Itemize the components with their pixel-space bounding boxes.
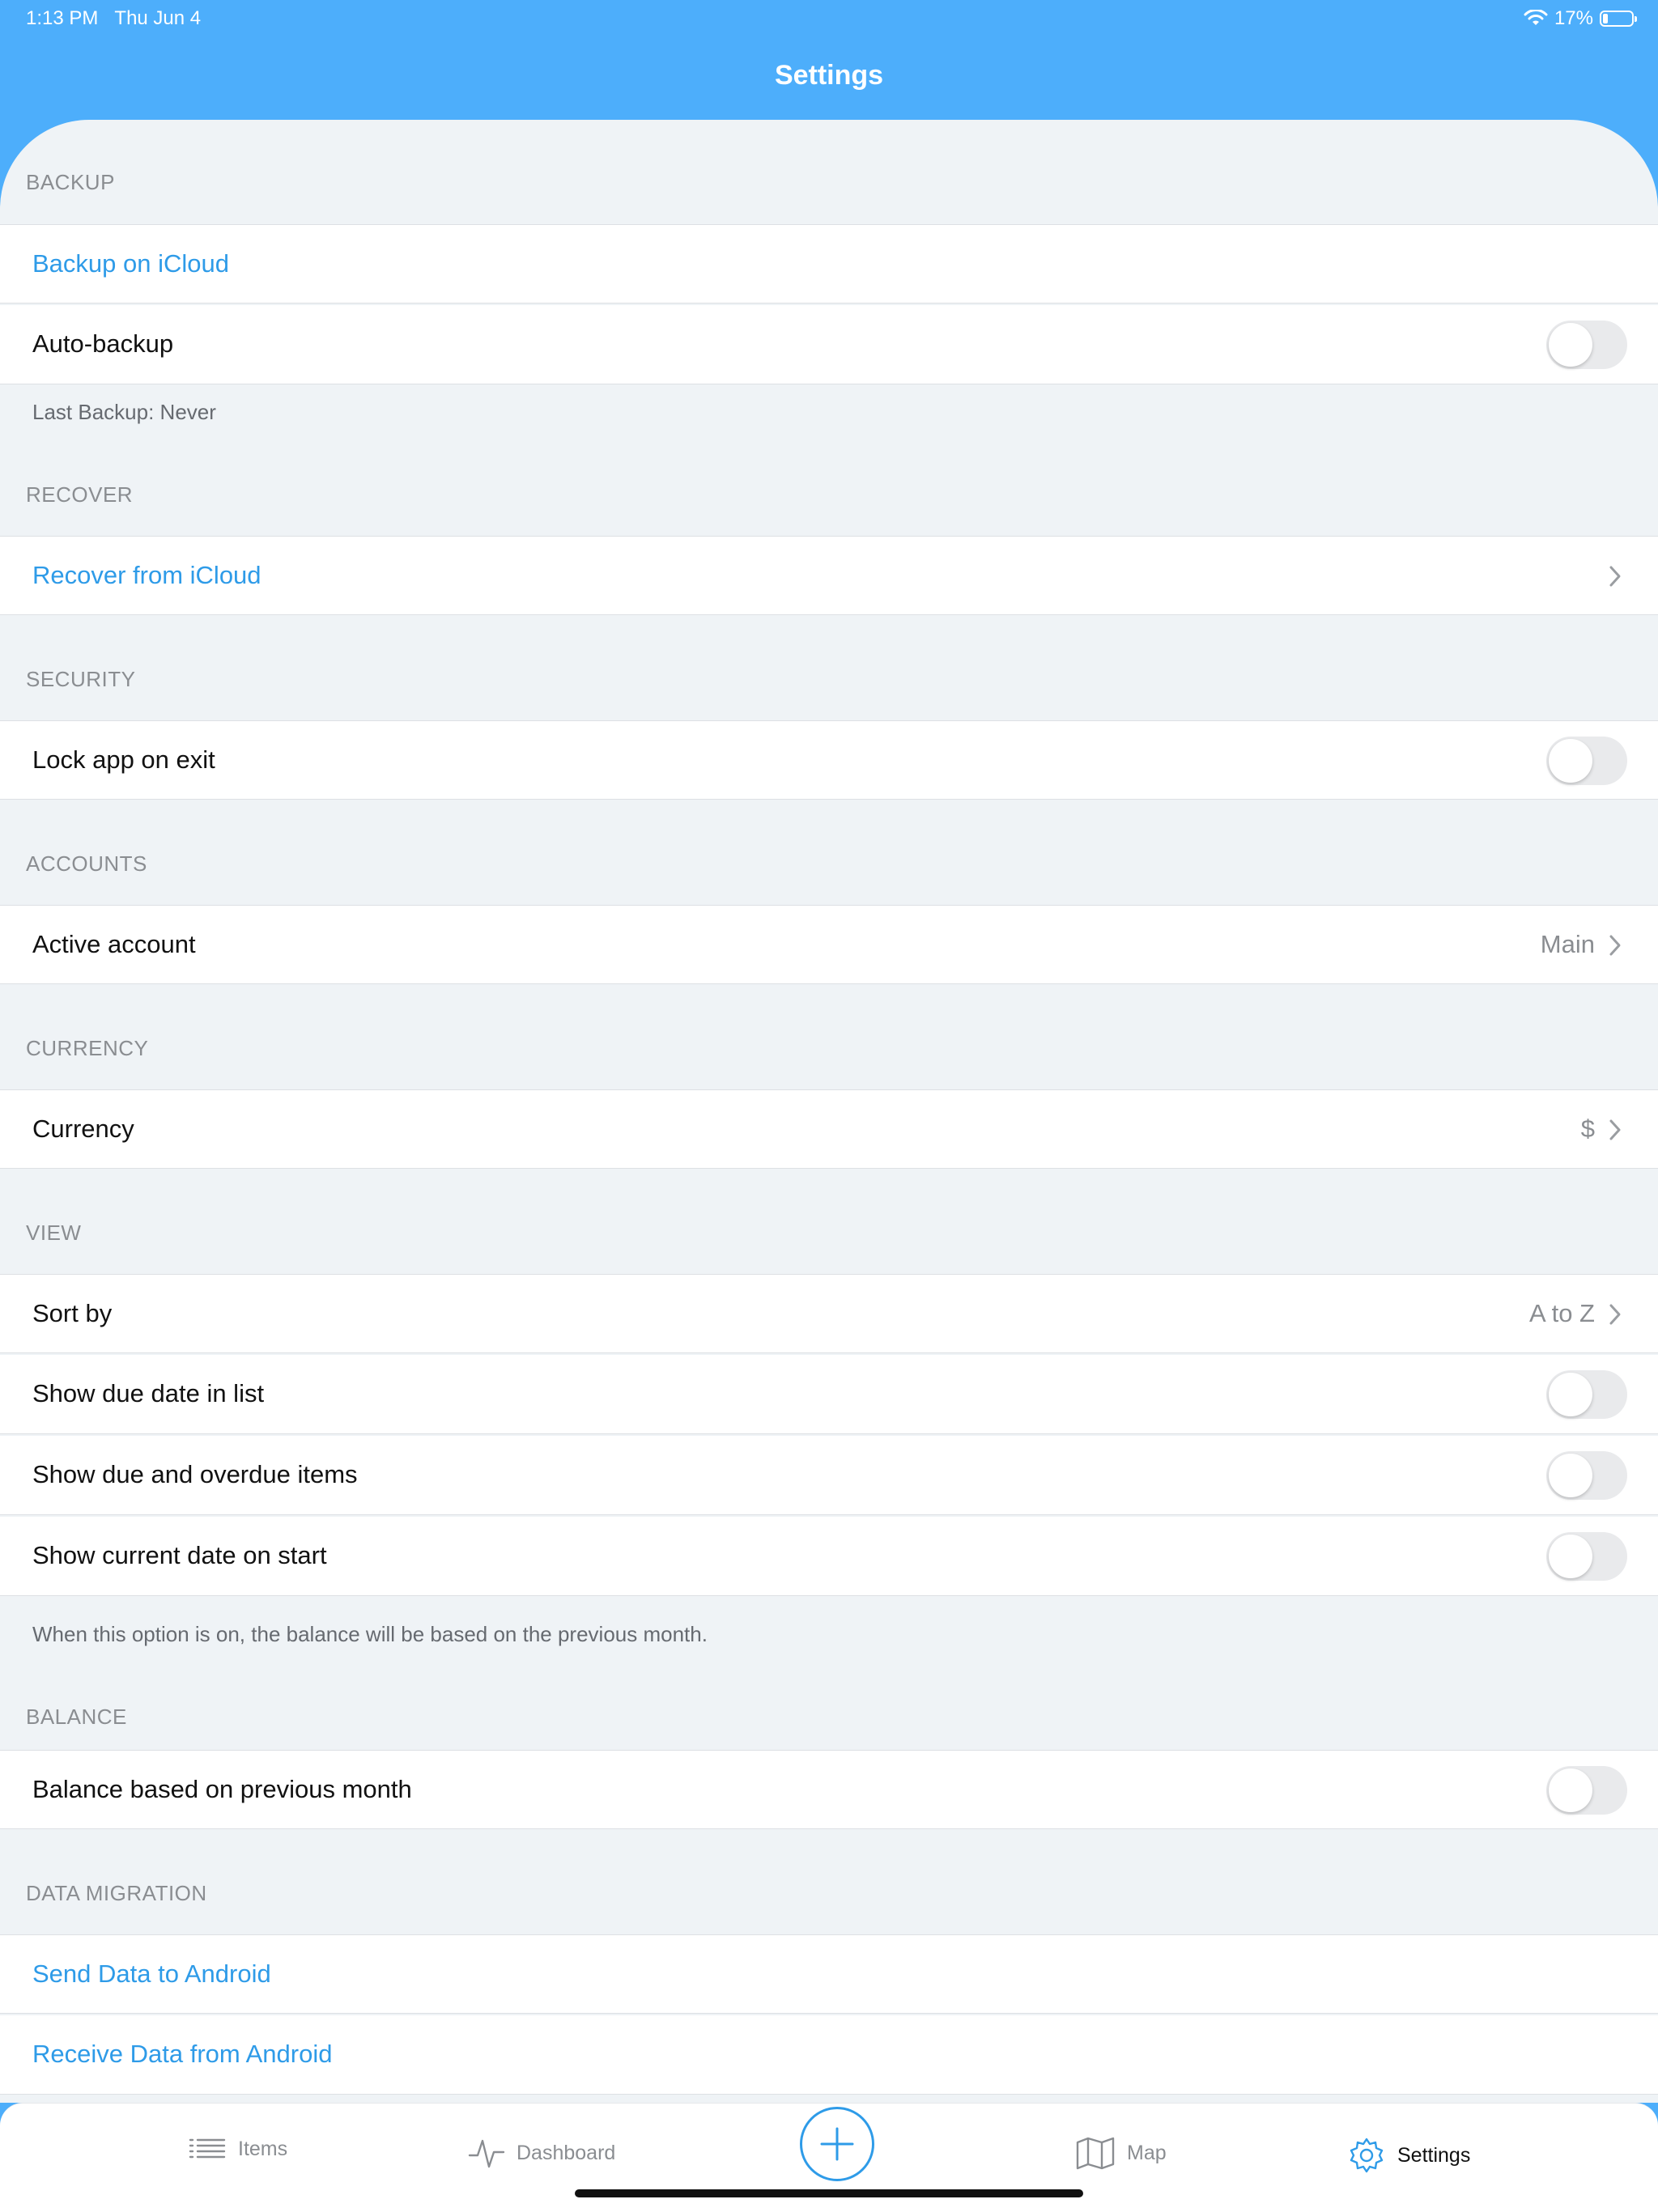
plus-icon bbox=[820, 2127, 854, 2161]
show-due-overdue-row: Show due and overdue items bbox=[0, 1436, 1658, 1515]
active-account-row[interactable]: Active account Main bbox=[0, 905, 1658, 984]
lock-app-toggle[interactable] bbox=[1546, 737, 1627, 785]
toggle-knob bbox=[1549, 1768, 1592, 1812]
section-header-accounts: ACCOUNTS bbox=[26, 851, 147, 876]
settings-list[interactable]: BACKUP Backup on iCloud Auto-backup Last… bbox=[0, 120, 1658, 2103]
recover-icloud-label[interactable]: Recover from iCloud bbox=[32, 561, 261, 590]
show-due-overdue-toggle[interactable] bbox=[1546, 1451, 1627, 1500]
send-android-row[interactable]: Send Data to Android bbox=[0, 1934, 1658, 2014]
auto-backup-row: Auto-backup bbox=[0, 305, 1658, 384]
add-item-button[interactable] bbox=[800, 2107, 874, 2181]
divider bbox=[32, 1433, 1658, 1434]
battery-fill bbox=[1603, 14, 1608, 23]
map-icon bbox=[1076, 2137, 1115, 2170]
recover-icloud-row[interactable]: Recover from iCloud bbox=[0, 536, 1658, 615]
auto-backup-toggle[interactable] bbox=[1546, 321, 1627, 369]
currency-label: Currency bbox=[32, 1114, 134, 1143]
battery-percent: 17% bbox=[1554, 7, 1593, 29]
receive-android-label[interactable]: Receive Data from Android bbox=[32, 2040, 332, 2069]
sort-by-row[interactable]: Sort by A to Z bbox=[0, 1274, 1658, 1353]
section-header-data-migration: DATA MIGRATION bbox=[26, 1881, 207, 1905]
wifi-icon bbox=[1524, 10, 1548, 25]
show-current-date-row: Show current date on start bbox=[0, 1517, 1658, 1596]
show-current-date-toggle[interactable] bbox=[1546, 1532, 1627, 1581]
sort-by-value: A to Z bbox=[1529, 1299, 1595, 1327]
tab-items-label: Items bbox=[238, 2137, 288, 2160]
tab-items[interactable]: Items bbox=[188, 2136, 287, 2162]
chevron-right-icon bbox=[1609, 1304, 1621, 1325]
tab-settings[interactable]: Settings bbox=[1347, 2136, 1470, 2175]
balance-prev-month-row: Balance based on previous month bbox=[0, 1750, 1658, 1829]
status-time: 1:13 PM Thu Jun 4 bbox=[26, 7, 201, 30]
show-due-overdue-label: Show due and overdue items bbox=[32, 1460, 358, 1488]
section-header-view: VIEW bbox=[26, 1221, 82, 1245]
currency-row[interactable]: Currency $ bbox=[0, 1089, 1658, 1169]
show-current-date-label: Show current date on start bbox=[32, 1541, 327, 1569]
divider bbox=[32, 303, 1658, 304]
tab-map-label: Map bbox=[1127, 2141, 1167, 2164]
page-title: Settings bbox=[774, 60, 884, 91]
section-header-security: SECURITY bbox=[26, 667, 136, 691]
home-indicator bbox=[575, 2189, 1083, 2197]
view-footer: When this option is on, the balance will… bbox=[32, 1622, 708, 1646]
chevron-right-icon bbox=[1609, 1119, 1621, 1140]
chevron-right-icon bbox=[1609, 566, 1621, 587]
section-header-recover: RECOVER bbox=[26, 482, 134, 507]
active-account-value: Main bbox=[1540, 930, 1595, 958]
chevron-right-icon bbox=[1609, 935, 1621, 956]
section-header-balance: BALANCE bbox=[26, 1705, 127, 1729]
list-icon bbox=[189, 2138, 226, 2159]
toggle-knob bbox=[1549, 1535, 1592, 1578]
show-due-date-row: Show due date in list bbox=[0, 1355, 1658, 1434]
tab-dashboard[interactable]: Dashboard bbox=[468, 2136, 615, 2170]
currency-value: $ bbox=[1580, 1114, 1595, 1143]
status-date-text: Thu Jun 4 bbox=[114, 7, 202, 29]
section-header-currency: CURRENCY bbox=[26, 1036, 149, 1060]
tab-dashboard-label: Dashboard bbox=[517, 2141, 616, 2164]
send-android-label[interactable]: Send Data to Android bbox=[32, 1959, 271, 1989]
battery-icon bbox=[1600, 11, 1637, 27]
sort-by-label: Sort by bbox=[32, 1299, 113, 1327]
lock-app-label: Lock app on exit bbox=[32, 745, 215, 774]
pulse-icon bbox=[468, 2139, 505, 2168]
divider bbox=[32, 1514, 1658, 1515]
balance-prev-month-label: Balance based on previous month bbox=[32, 1775, 412, 1803]
toggle-knob bbox=[1549, 323, 1592, 367]
section-header-backup: BACKUP bbox=[26, 170, 115, 194]
status-bar: 1:13 PM Thu Jun 4 17% bbox=[0, 0, 1658, 37]
toggle-knob bbox=[1549, 739, 1592, 783]
status-right: 17% bbox=[1524, 7, 1637, 30]
tab-map[interactable]: Map bbox=[1075, 2136, 1167, 2170]
tab-settings-label: Settings bbox=[1397, 2143, 1471, 2167]
show-due-date-label: Show due date in list bbox=[32, 1379, 265, 1407]
show-due-date-toggle[interactable] bbox=[1546, 1370, 1627, 1419]
divider bbox=[32, 1352, 1658, 1353]
backup-icloud-row[interactable]: Backup on iCloud bbox=[0, 224, 1658, 304]
balance-prev-month-toggle[interactable] bbox=[1546, 1766, 1627, 1815]
toggle-knob bbox=[1549, 1373, 1592, 1416]
last-backup-footer: Last Backup: Never bbox=[32, 400, 216, 424]
active-account-label: Active account bbox=[32, 930, 196, 958]
lock-app-row: Lock app on exit bbox=[0, 720, 1658, 800]
divider bbox=[32, 2013, 1658, 2014]
toggle-knob bbox=[1549, 1454, 1592, 1497]
receive-android-row[interactable]: Receive Data from Android bbox=[0, 2015, 1658, 2095]
backup-icloud-label[interactable]: Backup on iCloud bbox=[32, 249, 229, 278]
status-time-text: 1:13 PM bbox=[26, 7, 99, 29]
gear-icon bbox=[1350, 2138, 1384, 2173]
auto-backup-label: Auto-backup bbox=[32, 329, 174, 358]
